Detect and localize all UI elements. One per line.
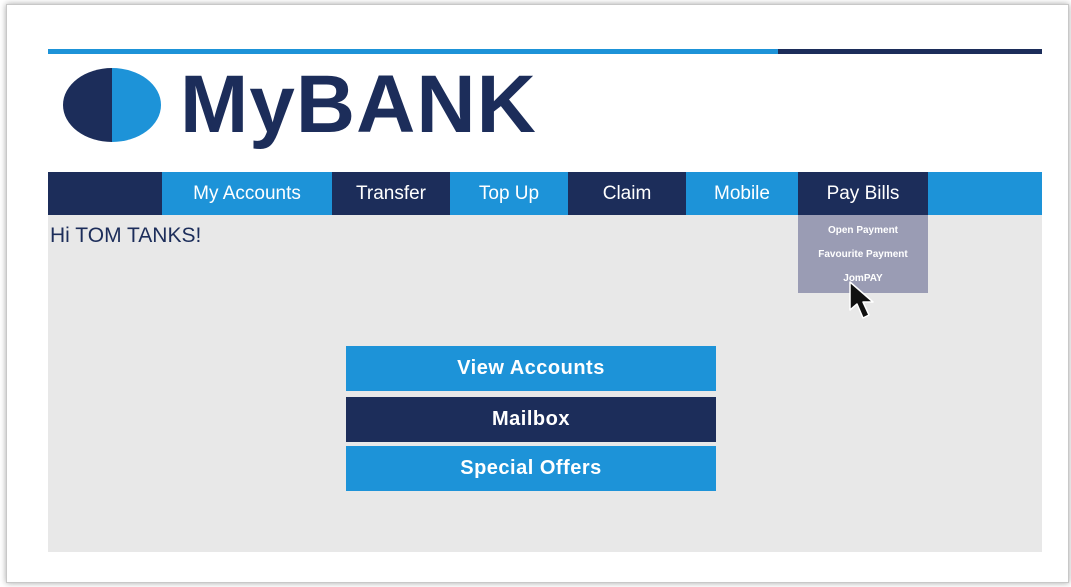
header-accent-line xyxy=(48,49,1042,54)
brand-name: MyBANK xyxy=(180,59,537,150)
accent-line-dark xyxy=(778,49,1042,54)
nav-transfer[interactable]: Transfer xyxy=(332,172,450,215)
brand-logo[interactable]: MyBANK xyxy=(62,59,537,150)
view-accounts-button[interactable]: View Accounts xyxy=(346,346,716,391)
half-circle-logo-icon xyxy=(63,68,161,142)
dropdown-item-open-payment[interactable]: Open Payment xyxy=(798,223,928,247)
nav-pay-bills[interactable]: Pay Bills xyxy=(798,172,928,215)
mailbox-button[interactable]: Mailbox xyxy=(346,397,716,442)
nav-my-accounts[interactable]: My Accounts xyxy=(162,172,332,215)
mouse-pointer-icon xyxy=(849,281,874,319)
nav-mobile[interactable]: Mobile xyxy=(686,172,798,215)
nav-top-up[interactable]: Top Up xyxy=(450,172,568,215)
accent-line-light xyxy=(48,49,778,54)
greeting-text: Hi TOM TANKS! xyxy=(50,224,202,247)
nav-claim[interactable]: Claim xyxy=(568,172,686,215)
dropdown-item-favourite-payment[interactable]: Favourite Payment xyxy=(798,247,928,271)
special-offers-button[interactable]: Special Offers xyxy=(346,446,716,491)
main-nav: My Accounts Transfer Top Up Claim Mobile… xyxy=(48,172,1042,215)
nav-filler xyxy=(928,172,1042,215)
